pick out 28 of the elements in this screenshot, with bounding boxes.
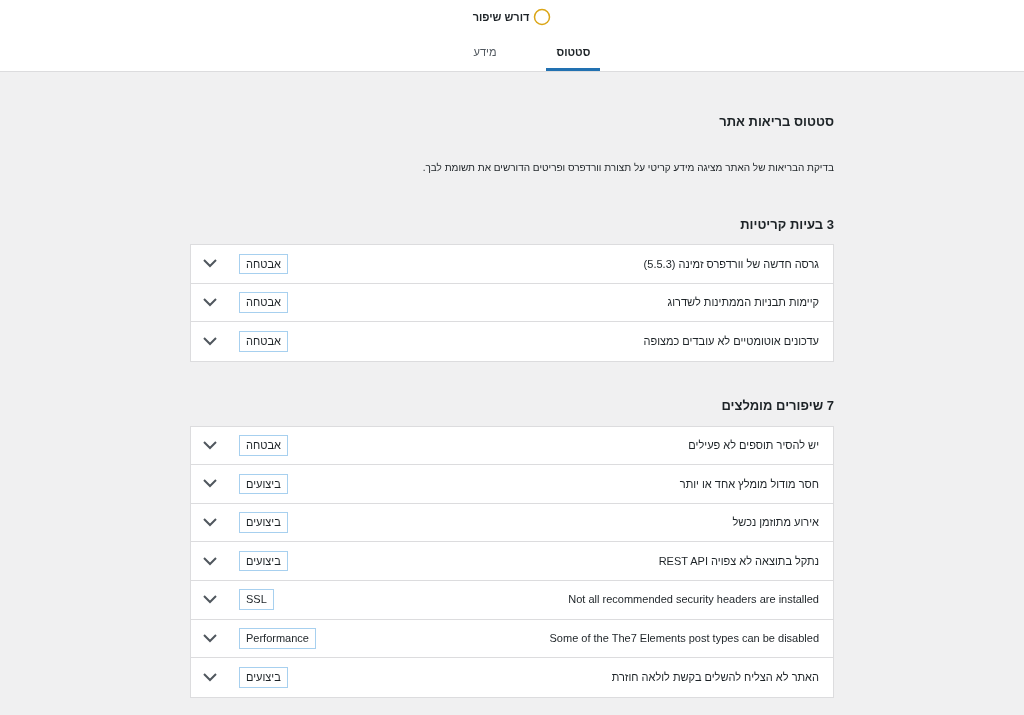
tab[interactable]: מידע [463, 35, 507, 71]
issue-title[interactable]: Not all recommended security headers are installed [273, 591, 819, 608]
issue-title[interactable]: עדכונים אוטומטיים לא עובדים כמצופה [287, 333, 819, 350]
page-title: סטטוס בריאות אתר [718, 114, 834, 130]
category-tag: ביצועים [239, 512, 288, 533]
issue-title[interactable]: קיימות תבניות הממתינות לשדרוג [287, 294, 819, 311]
issue-title[interactable]: Some of the The7 Elements post types can be disabled [316, 630, 819, 647]
issue-title[interactable]: האתר לא הצליח להשלים בקשת לולאה חוזרת [287, 669, 819, 686]
category-tag: Performance [239, 628, 316, 649]
category-tag: אבטחה [239, 435, 288, 456]
tab[interactable]: סטטוס [546, 35, 601, 71]
status-label: דורש שיפור [472, 9, 530, 25]
section-heading: 3 בעיות קריטיות [739, 216, 834, 233]
category-tag: אבטחה [239, 331, 288, 352]
progress-ring-icon [533, 8, 552, 26]
section-heading: 7 שיפורים מומלצים [720, 397, 834, 414]
category-tag: ביצועים [239, 667, 288, 688]
category-tag: SSL [239, 589, 274, 610]
category-tag: אבטחה [239, 253, 288, 275]
category-tag: ביצועים [239, 473, 288, 495]
issue-title[interactable]: אירוע מתוזמן נכשל [287, 514, 819, 531]
issue-title[interactable]: חסר מודול מומלץ אחד או יותר [287, 475, 819, 493]
issue-title[interactable]: גרסה חדשה של וורדפרס זמינה (5.5.3) [287, 255, 819, 273]
issue-title[interactable]: יש להסיר תוספים לא פעילים [287, 437, 819, 454]
issue-title[interactable]: REST API נתקל בתוצאה לא צפויה [287, 552, 819, 570]
category-tag: אבטחה [239, 292, 288, 313]
category-tag: ביצועים [239, 550, 288, 572]
description-text: בדיקת הבריאות של האתר מציגה מידע קריטי על תצורת וורדפרס ופריטים הדורשים את תשומת לבך. [421, 160, 834, 175]
